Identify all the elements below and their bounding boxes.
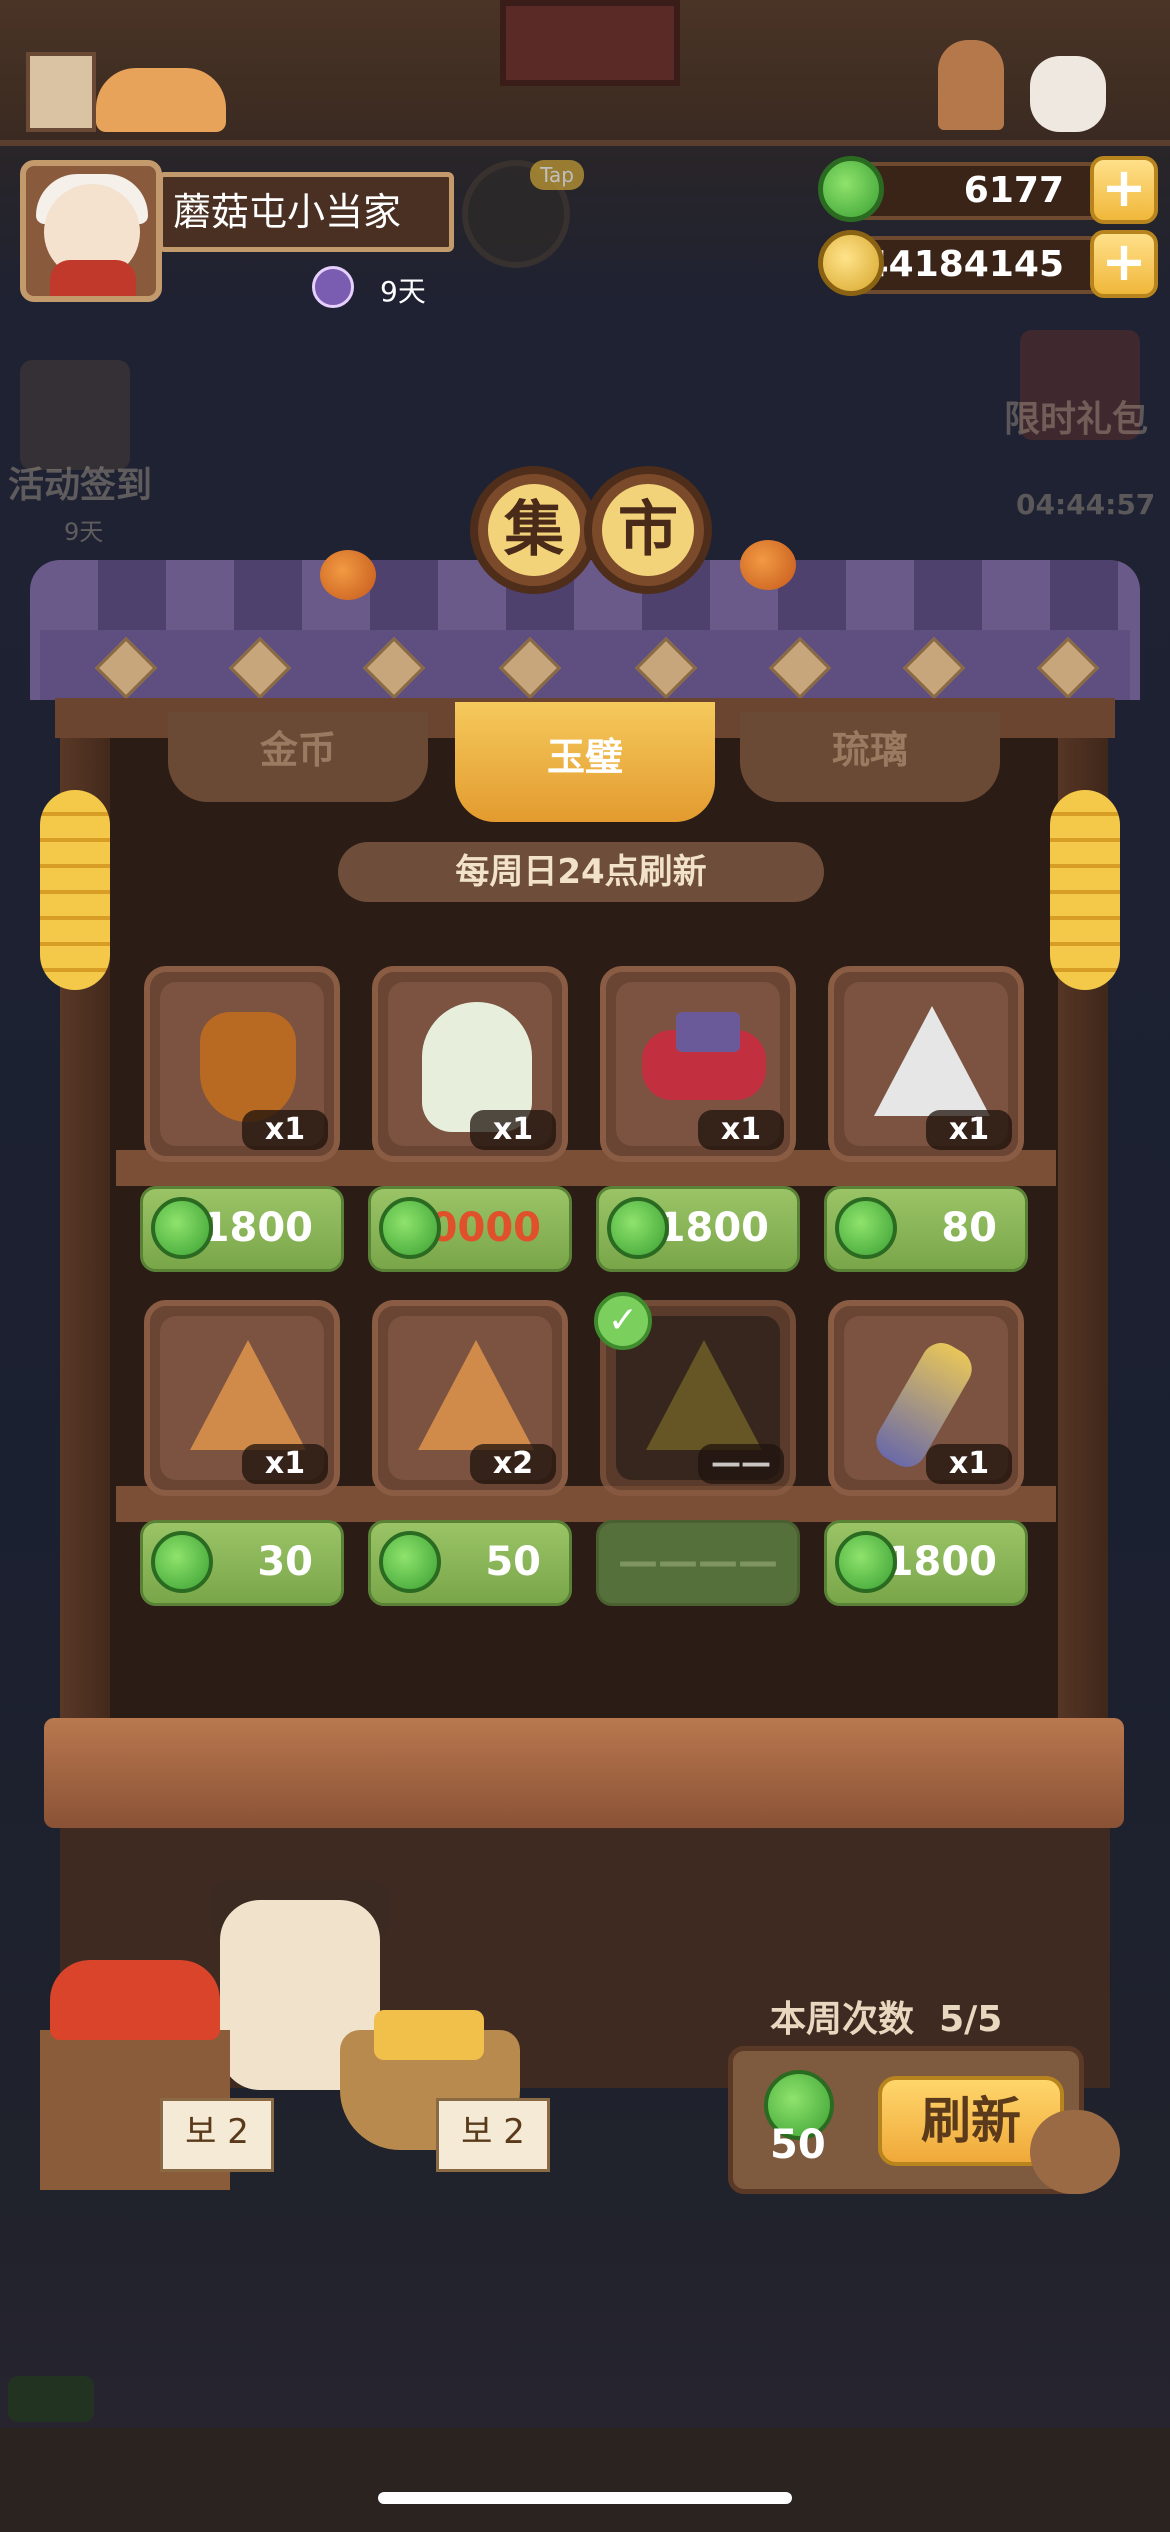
- jade-coin-icon: [151, 1531, 213, 1593]
- white-cat-figurine: [1030, 56, 1106, 132]
- tab-glass[interactable]: 琉璃: [740, 712, 1000, 802]
- buy-price-button[interactable]: 50: [368, 1520, 572, 1606]
- shop-item-card[interactable]: x2: [372, 1300, 568, 1496]
- price-value: 80: [941, 1205, 997, 1251]
- buy-price-button[interactable]: 1800: [140, 1186, 344, 1272]
- pastry-jar-icon: [200, 1012, 296, 1122]
- jade-coin-icon: [379, 1531, 441, 1593]
- npc-portrait-frame: [500, 0, 680, 86]
- refresh-cost: 50: [770, 2122, 826, 2168]
- wheel-rune-stone-icon: [190, 1340, 306, 1450]
- add-jade-button[interactable]: +: [1090, 156, 1158, 224]
- shop-item-card[interactable]: x1: [600, 966, 796, 1162]
- event-checkin-label: 活动签到: [8, 465, 153, 506]
- persimmon-icon: [740, 540, 796, 590]
- purchased-check-icon: ✓: [594, 1292, 652, 1350]
- bottom-bar: [0, 2428, 1170, 2532]
- cat-figurine: [96, 68, 226, 132]
- jade-coin-icon: [818, 156, 884, 222]
- item-quantity: x1: [926, 1444, 1012, 1484]
- limited-gift-label: 限时礼包: [1004, 399, 1149, 440]
- gold-rune-stone-icon: [646, 1340, 762, 1450]
- shop-item-card[interactable]: x1: [144, 966, 340, 1162]
- shop-item-card[interactable]: x1: [828, 1300, 1024, 1496]
- corner-toggle[interactable]: [8, 2376, 94, 2422]
- stall-counter: [44, 1718, 1124, 1828]
- home-indicator[interactable]: [378, 2492, 792, 2504]
- event-checkin-days: 9天: [64, 518, 104, 546]
- item-quantity: x1: [926, 1110, 1012, 1150]
- price-sign-right: 보 2: [436, 2098, 550, 2172]
- price-sign-left: 보 2: [160, 2098, 274, 2172]
- stamp-top: [676, 1012, 740, 1052]
- price-value: 1800: [885, 1539, 997, 1585]
- tap-label: Tap: [530, 160, 584, 190]
- sold-out-price: ————: [596, 1520, 800, 1606]
- scroll-frame-icon: [26, 52, 96, 132]
- gold-coin-icon: [818, 230, 884, 296]
- jade-coin-icon: [835, 1531, 897, 1593]
- weekly-refresh-count: 本周次数 5/5: [770, 1990, 1002, 2042]
- item-quantity: ——: [698, 1444, 784, 1484]
- shop-item-card[interactable]: x1: [828, 966, 1024, 1162]
- buy-price-button[interactable]: 80: [824, 1186, 1028, 1272]
- price-value: 1800: [201, 1205, 313, 1251]
- item-quantity: x1: [242, 1110, 328, 1150]
- stall-roof-edge: [40, 630, 1130, 700]
- tab-gold-coins[interactable]: 金币: [168, 712, 428, 802]
- item-quantity: x2: [470, 1444, 556, 1484]
- weekly-count-value: 5/5: [939, 1999, 1003, 2040]
- girl-figurine: [938, 40, 1004, 130]
- jade-coin-icon: [379, 1197, 441, 1259]
- player-avatar[interactable]: [20, 160, 162, 302]
- player-name: 蘑菇屯小当家: [158, 172, 454, 252]
- buy-price-button[interactable]: 1800: [596, 1186, 800, 1272]
- market-title-char-2: 市: [584, 466, 712, 594]
- refresh-schedule-note: 每周日24点刷新: [338, 842, 824, 902]
- persimmon-icon: [320, 550, 376, 600]
- market-title-char-1: 集: [470, 466, 598, 594]
- buy-price-button[interactable]: 30000: [368, 1186, 572, 1272]
- acorn-mascot-icon: [1030, 2110, 1120, 2194]
- price-value: 50: [485, 1539, 541, 1585]
- shop-item-card[interactable]: x1: [144, 1300, 340, 1496]
- item-quantity: x1: [470, 1110, 556, 1150]
- eye-rune-stone-icon: [418, 1340, 534, 1450]
- item-quantity: x1: [698, 1110, 784, 1150]
- price-value: 30: [257, 1539, 313, 1585]
- buy-price-button[interactable]: 30: [140, 1520, 344, 1606]
- add-gold-button[interactable]: +: [1090, 230, 1158, 298]
- limited-gift-timer: 04:44:57: [1016, 488, 1156, 521]
- corn-decoration-icon: [40, 790, 110, 990]
- weekly-count-label: 本周次数: [770, 1999, 915, 2040]
- item-quantity: x1: [242, 1444, 328, 1484]
- corn-decoration-icon: [1050, 790, 1120, 990]
- fruit-pile-icon: [50, 1960, 220, 2040]
- tab-jade[interactable]: 玉璧: [455, 702, 715, 822]
- jade-coin-icon: [835, 1197, 897, 1259]
- login-days-icon: [312, 266, 354, 308]
- shop-item-card[interactable]: x1: [372, 966, 568, 1162]
- jade-coin-icon: [607, 1197, 669, 1259]
- tofu-icon: [374, 2010, 484, 2060]
- price-value: 1800: [657, 1205, 769, 1251]
- buy-price-button[interactable]: 1800: [824, 1520, 1028, 1606]
- white-swirl-stone-icon: [874, 1006, 990, 1116]
- jade-coin-icon: [151, 1197, 213, 1259]
- login-days: 9天: [380, 275, 426, 308]
